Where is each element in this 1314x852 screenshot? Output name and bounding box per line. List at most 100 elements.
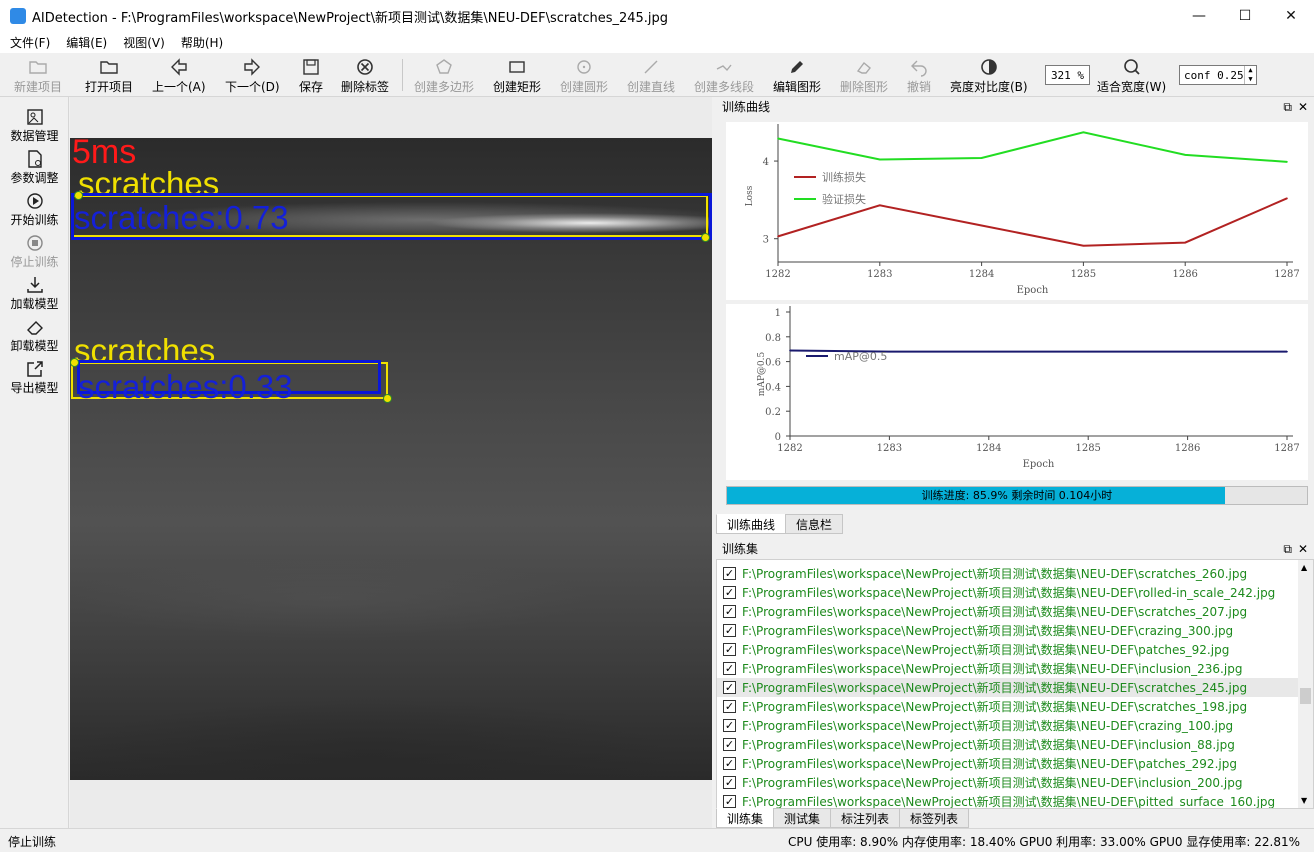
checkbox[interactable]: ✓ — [723, 681, 736, 694]
prev-button[interactable]: 上一个(A) — [152, 57, 206, 95]
unload-model-button[interactable]: 卸载模型 — [0, 317, 69, 357]
tab-curves[interactable]: 训练曲线 — [716, 514, 787, 534]
scroll-up-icon[interactable]: ▲ — [1301, 563, 1307, 572]
edit-shape-label: 编辑图形 — [773, 80, 822, 94]
list-item[interactable]: ✓ F:\ProgramFiles\workspace\NewProject\新项… — [717, 754, 1299, 773]
checkbox[interactable]: ✓ — [723, 567, 736, 580]
data-mgmt-button[interactable]: 数据管理 — [0, 107, 69, 147]
spin-arrows-icon[interactable]: ▲ ▼ — [1244, 66, 1256, 84]
list-item[interactable]: ✓ F:\ProgramFiles\workspace\NewProject\新项… — [717, 659, 1299, 678]
line-icon — [644, 60, 658, 74]
load-model-button[interactable]: 加载模型 — [0, 275, 69, 315]
next-button[interactable]: 下一个(D) — [225, 57, 280, 95]
fit-width-button[interactable]: 适合宽度(W) — [1097, 57, 1166, 95]
arrow-left-icon — [170, 58, 187, 76]
create-polyline-button[interactable]: 创建多线段 — [694, 57, 754, 95]
export-icon — [26, 361, 43, 377]
list-scrollbar[interactable]: ▲ ▼ — [1298, 560, 1313, 808]
image-icon — [26, 109, 43, 125]
close-icon[interactable]: ✕ — [1298, 539, 1308, 559]
data-point — [1082, 131, 1085, 134]
checkbox[interactable]: ✓ — [723, 700, 736, 713]
file-path: F:\ProgramFiles\workspace\NewProject\新项目… — [742, 738, 1235, 752]
params-button[interactable]: 参数调整 — [0, 149, 69, 189]
menu-help[interactable]: 帮助(H) — [175, 34, 229, 51]
status-message: 停止训练 — [8, 835, 57, 849]
file-path: F:\ProgramFiles\workspace\NewProject\新项目… — [742, 700, 1248, 714]
x-tick-label: 1283 — [867, 269, 892, 280]
list-item[interactable]: ✓ F:\ProgramFiles\workspace\NewProject\新项… — [717, 792, 1299, 808]
delete-label-button[interactable]: 删除标签 — [341, 57, 389, 95]
progress-text: 训练进度: 85.9% 剩余时间 0.104小时 — [921, 489, 1113, 502]
box-handle[interactable] — [701, 233, 710, 242]
list-item[interactable]: ✓ F:\ProgramFiles\workspace\NewProject\新项… — [717, 678, 1299, 697]
list-item[interactable]: ✓ F:\ProgramFiles\workspace\NewProject\新项… — [717, 583, 1299, 602]
create-circle-button[interactable]: 创建圆形 — [560, 57, 608, 95]
checkbox[interactable]: ✓ — [723, 624, 736, 637]
stop-train-button[interactable]: 停止训练 — [0, 233, 69, 273]
box-handle[interactable] — [70, 358, 79, 367]
tab-train-set[interactable]: 训练集 — [716, 808, 775, 828]
open-project-label: 打开项目 — [85, 80, 134, 94]
scroll-down-icon[interactable]: ▼ — [1301, 796, 1307, 805]
conf-spinbox[interactable]: conf 0.25 ▲ ▼ — [1179, 65, 1257, 85]
detection-score-label: scratches:0.73 — [74, 199, 289, 236]
create-polygon-button[interactable]: 创建多边形 — [414, 57, 474, 95]
box-handle[interactable] — [383, 394, 392, 403]
float-icon[interactable]: ⧉ — [1283, 97, 1292, 117]
checkbox[interactable]: ✓ — [723, 662, 736, 675]
open-project-button[interactable]: 打开项目 — [85, 57, 133, 95]
arrow-right-icon — [244, 58, 261, 76]
list-item[interactable]: ✓ F:\ProgramFiles\workspace\NewProject\新项… — [717, 773, 1299, 792]
window-title: AIDetection - F:\ProgramFiles\workspace\… — [32, 10, 669, 26]
edit-shape-button[interactable]: 编辑图形 — [773, 57, 821, 95]
list-item[interactable]: ✓ F:\ProgramFiles\workspace\NewProject\新项… — [717, 697, 1299, 716]
checkbox[interactable]: ✓ — [723, 757, 736, 770]
minimize-button[interactable]: — — [1176, 0, 1222, 32]
unload-model-label: 卸载模型 — [10, 339, 59, 353]
create-rect-button[interactable]: 创建矩形 — [493, 57, 541, 95]
menu-file[interactable]: 文件(F) — [4, 34, 56, 51]
tab-annotation-list[interactable]: 标注列表 — [830, 808, 901, 828]
zoom-field[interactable]: 321 % — [1045, 65, 1090, 85]
create-line-button[interactable]: 创建直线 — [627, 57, 675, 95]
map-chart-panel: 1282 1283 1284 1285 1286 1287 0 0.2 0.4 0.6 0.8 1 Ep… — [726, 304, 1308, 480]
checkbox[interactable]: ✓ — [723, 776, 736, 789]
close-button[interactable]: ✕ — [1268, 0, 1314, 32]
checkbox[interactable]: ✓ — [723, 719, 736, 732]
image-canvas[interactable]: 5ms scratches scratches:0.73 scratches s… — [70, 97, 712, 828]
box-handle[interactable] — [74, 191, 83, 200]
list-item[interactable]: ✓ F:\ProgramFiles\workspace\NewProject\新项… — [717, 621, 1299, 640]
checkbox[interactable]: ✓ — [723, 795, 736, 808]
checkbox[interactable]: ✓ — [723, 738, 736, 751]
list-item[interactable]: ✓ F:\ProgramFiles\workspace\NewProject\新项… — [717, 640, 1299, 659]
list-item[interactable]: ✓ F:\ProgramFiles\workspace\NewProject\新项… — [717, 564, 1299, 583]
checkbox[interactable]: ✓ — [723, 643, 736, 656]
float-icon[interactable]: ⧉ — [1283, 539, 1292, 559]
start-train-button[interactable]: 开始训练 — [0, 191, 69, 231]
maximize-button[interactable]: ☐ — [1222, 0, 1268, 32]
export-model-button[interactable]: 导出模型 — [0, 359, 69, 399]
menu-edit[interactable]: 编辑(E) — [60, 34, 113, 51]
train-dock-title: 训练集 ⧉ ✕ — [716, 539, 1314, 559]
brightness-button[interactable]: 亮度对比度(B) — [950, 57, 1028, 95]
tab-test-set[interactable]: 测试集 — [773, 808, 832, 828]
delete-shape-button[interactable]: 删除图形 — [840, 57, 888, 95]
tab-info[interactable]: 信息栏 — [785, 514, 844, 534]
new-project-button[interactable]: 新建项目 — [14, 57, 62, 95]
list-item[interactable]: ✓ F:\ProgramFiles\workspace\NewProject\新项… — [717, 735, 1299, 754]
close-icon[interactable]: ✕ — [1298, 97, 1308, 117]
data-point — [1184, 154, 1186, 156]
save-button[interactable]: 保存 — [299, 57, 323, 95]
list-item[interactable]: ✓ F:\ProgramFiles\workspace\NewProject\新项… — [717, 602, 1299, 621]
tab-label-list[interactable]: 标签列表 — [899, 808, 970, 828]
list-item[interactable]: ✓ F:\ProgramFiles\workspace\NewProject\新项… — [717, 716, 1299, 735]
checkbox[interactable]: ✓ — [723, 605, 736, 618]
menu-view[interactable]: 视图(V) — [117, 34, 171, 51]
undo-button[interactable]: 撤销 — [907, 57, 931, 95]
checkbox[interactable]: ✓ — [723, 586, 736, 599]
scroll-thumb[interactable] — [1300, 688, 1311, 704]
data-point — [879, 204, 881, 207]
y-tick-label: 4 — [763, 157, 769, 168]
curve-tabs: 训练曲线 信息栏 — [716, 514, 844, 536]
